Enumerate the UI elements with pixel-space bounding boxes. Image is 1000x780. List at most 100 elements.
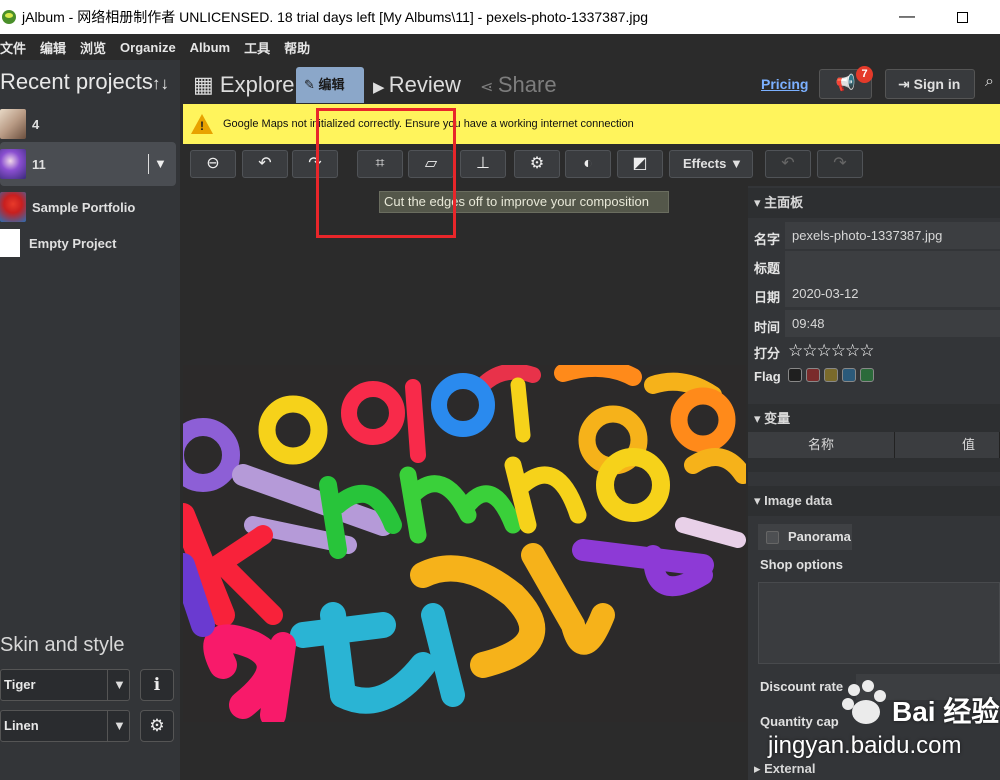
name-label: 名字 <box>754 232 781 247</box>
star-icon[interactable]: ☆ <box>788 341 803 360</box>
main-panel-header[interactable]: ▾ 主面板 <box>748 188 1000 218</box>
redo-button[interactable]: ↷ <box>817 150 863 178</box>
main-tabs: ▦ Explore ✎ 编辑 ▶ Review ⋖ Share Pricing … <box>183 60 1000 104</box>
tab-review[interactable]: ▶ Review <box>373 67 461 103</box>
zoom-out-button[interactable]: ⊖ <box>190 150 236 178</box>
tab-label: Review <box>388 72 461 97</box>
star-icon[interactable]: ☆ <box>817 341 832 360</box>
photo-preview[interactable] <box>183 365 746 722</box>
perspective-button[interactable]: ⊥ <box>460 150 506 178</box>
menu-help[interactable]: 帮助 <box>284 38 310 57</box>
skin-info-button[interactable]: ℹ <box>140 669 174 701</box>
star-icon[interactable]: ☆ <box>859 341 874 360</box>
menu-tools[interactable]: 工具 <box>244 38 270 57</box>
style-select[interactable]: Linen ▼ <box>0 710 130 742</box>
variables-header[interactable]: ▾ 变量 <box>748 404 1000 434</box>
title-bar: jAlbum - 网络相册制作者 UNLICENSED. 18 trial da… <box>0 0 1000 34</box>
maximize-button[interactable] <box>948 5 976 29</box>
tab-edit[interactable]: ✎ 编辑 <box>296 67 364 103</box>
rotate-right-button[interactable]: ↷ <box>292 150 338 178</box>
grid-icon: ▦ <box>193 72 220 97</box>
chevron-down-icon[interactable]: ▼ <box>154 156 167 171</box>
time-label: 时间 <box>754 320 781 335</box>
project-item-empty-project[interactable]: Empty Project <box>0 223 176 263</box>
checkbox-box <box>766 531 779 544</box>
flag-label: Flag <box>754 369 781 384</box>
menu-view[interactable]: 浏览 <box>80 38 106 57</box>
flag-swatch[interactable] <box>806 368 820 382</box>
perspective-icon: ⊥ <box>476 155 490 172</box>
date-field[interactable]: 2020-03-12 <box>785 280 1000 307</box>
time-field[interactable]: 09:48 <box>785 310 1000 337</box>
title-label: 标题 <box>754 261 781 276</box>
undo-button[interactable]: ↶ <box>765 150 811 178</box>
external-header[interactable]: ▸ External <box>748 758 1000 780</box>
straighten-icon: ▱ <box>424 155 438 172</box>
divider <box>148 154 149 174</box>
star-icon[interactable]: ☆ <box>831 341 846 360</box>
discount-rate-field[interactable] <box>856 674 1000 700</box>
exposure-button[interactable]: ◩ <box>617 150 663 178</box>
tab-explore[interactable]: ▦ Explore <box>193 67 295 103</box>
menu-bar: 文件 编辑 浏览 Organize Album 工具 帮助 <box>0 34 1000 60</box>
sign-in-button[interactable]: ⇥ Sign in <box>885 69 975 99</box>
notification-badge: 7 <box>856 66 873 83</box>
minimize-button[interactable]: — <box>893 5 921 29</box>
contrast-icon: ◐ <box>583 155 593 172</box>
project-item-11[interactable]: 11 ▼ <box>0 142 176 186</box>
divider <box>107 711 108 741</box>
sort-icon[interactable]: ↑↓ <box>152 74 169 94</box>
straighten-button[interactable]: ▱ <box>408 150 454 178</box>
variables-col-name[interactable]: 名称 <box>748 432 895 458</box>
variables-col-value[interactable]: 值 <box>895 432 1000 458</box>
skin-settings-button[interactable]: ⚙ <box>140 710 174 742</box>
menu-organize[interactable]: Organize <box>120 40 176 55</box>
panorama-checkbox[interactable]: Panorama <box>758 524 852 550</box>
project-label: Sample Portfolio <box>32 199 136 215</box>
pricing-link[interactable]: Pricing <box>761 76 808 92</box>
effects-button[interactable]: Effects ▼ <box>669 150 753 178</box>
flag-swatch[interactable] <box>860 368 874 382</box>
megaphone-icon: 📢 <box>835 75 856 92</box>
style-value: Linen <box>4 718 39 733</box>
menu-edit[interactable]: 编辑 <box>40 38 66 57</box>
maximize-icon <box>956 12 968 23</box>
section-title: External <box>764 761 816 776</box>
properties-panel: ▾ 主面板 名字 pexels-photo-1337387.jpg 标题 日期 … <box>748 186 1000 780</box>
image-data-header[interactable]: ▾ Image data <box>748 486 1000 516</box>
image-canvas[interactable]: Cut the edges off to improve your compos… <box>183 186 746 780</box>
project-item-4[interactable]: 4 <box>0 104 176 144</box>
adjust-button[interactable]: ⚙ <box>514 150 560 178</box>
skin-select[interactable]: Tiger ▼ <box>0 669 130 701</box>
flag-swatch[interactable] <box>824 368 838 382</box>
warning-text: Google Maps not initialized correctly. E… <box>223 118 634 130</box>
crop-button[interactable]: ⌗ <box>357 150 403 178</box>
variables-table-header: 名称 值 <box>748 432 1000 458</box>
rating-label: 打分 <box>754 346 781 361</box>
play-icon: ▶ <box>373 79 389 96</box>
name-field[interactable]: pexels-photo-1337387.jpg <box>785 222 1000 249</box>
tab-label: Explore <box>219 72 295 97</box>
rating-stars[interactable]: ☆☆☆☆☆☆ <box>788 341 875 361</box>
star-icon[interactable]: ☆ <box>802 341 817 360</box>
flag-swatch[interactable] <box>788 368 802 382</box>
exposure-icon: ◩ <box>632 155 648 172</box>
rotate-left-button[interactable]: ↶ <box>242 150 288 178</box>
variables-table-row[interactable] <box>748 458 1000 472</box>
left-panel: Recent projects ↑↓ 4 11 ▼ Sample Portfol… <box>0 60 180 780</box>
flag-swatch[interactable] <box>842 368 856 382</box>
project-label: Empty Project <box>29 235 117 251</box>
quantity-cap-label: Quantity cap <box>760 714 839 729</box>
contrast-button[interactable]: ◐ <box>565 150 611 178</box>
shop-options-field[interactable] <box>758 582 1000 664</box>
warning-bar: ! Google Maps not initialized correctly.… <box>183 104 1000 144</box>
project-item-sample-portfolio[interactable]: Sample Portfolio <box>0 187 176 227</box>
menu-album[interactable]: Album <box>190 40 230 55</box>
search-icon[interactable]: ⌕ <box>985 73 994 91</box>
discount-rate-label: Discount rate <box>760 679 844 694</box>
star-icon[interactable]: ☆ <box>845 341 860 360</box>
menu-file[interactable]: 文件 <box>0 38 26 57</box>
tab-share[interactable]: ⋖ Share <box>480 67 557 103</box>
sign-in-icon: ⇥ <box>898 76 914 92</box>
edit-toolbar: ⊖ ↶ ↷ ⌗ ▱ ⊥ ⚙ ◐ ◩ Effects ▼ ↶ ↷ <box>183 144 1000 186</box>
